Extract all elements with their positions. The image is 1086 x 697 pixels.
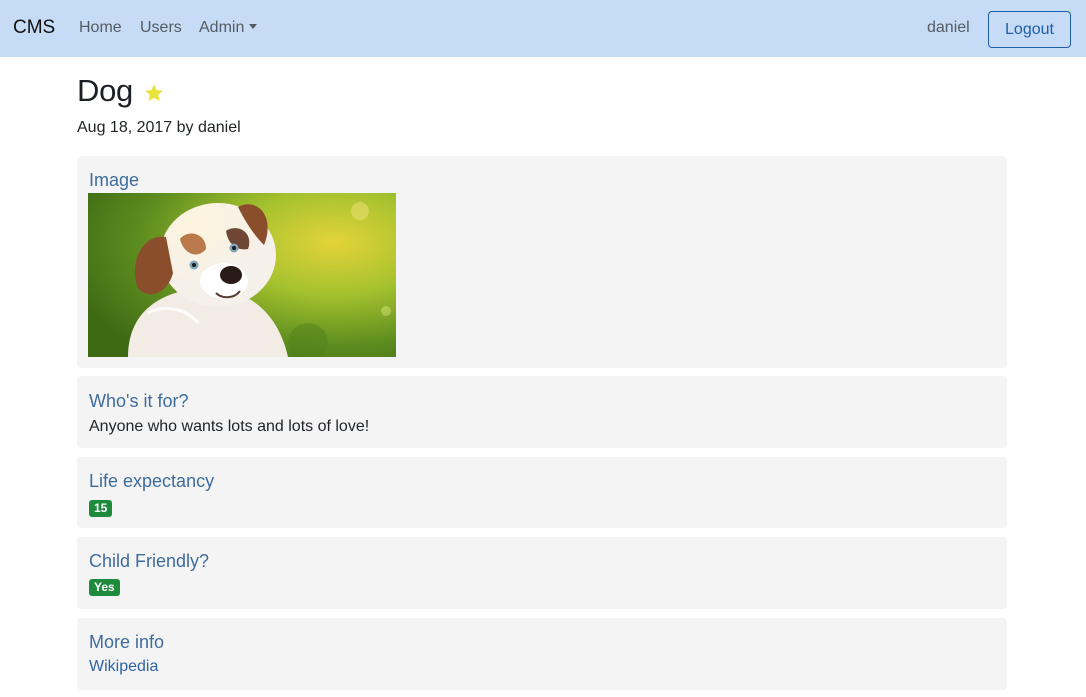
brand-link[interactable]: CMS [13,17,55,39]
nav-admin-dropdown[interactable]: Admin [199,19,258,37]
star-icon[interactable] [143,82,165,104]
caret-down-icon [249,24,258,29]
field-heading-life-expectancy: Life expectancy [89,471,215,491]
more-info-field-card: More info Wikipedia [77,618,1007,690]
nav-home-link[interactable]: Home [79,19,122,37]
life-expectancy-badge: 15 [89,500,113,517]
top-navbar: CMS Home Users Admin daniel Logout [0,0,1086,57]
dog-photo [88,193,396,357]
post-meta: Aug 18, 2017 by daniel [77,119,241,136]
page-title: Dog [77,73,133,108]
current-user-name: daniel [927,19,970,36]
logout-button[interactable]: Logout [988,11,1071,48]
field-heading-child-friendly: Child Friendly? [89,551,210,571]
child-friendly-field-card: Child Friendly? Yes [77,537,1007,609]
title-row: Dog [77,73,165,113]
audience-field-card: Who's it for? Anyone who wants lots and … [77,376,1007,448]
field-value-audience: Anyone who wants lots and lots of love! [89,418,370,435]
field-heading-more-info: More info [89,632,165,652]
field-heading-audience: Who's it for? [89,391,189,411]
nav-users-link[interactable]: Users [140,19,182,37]
nav-admin-label: Admin [199,19,245,36]
life-expectancy-field-card: Life expectancy 15 [77,457,1007,528]
child-friendly-badge: Yes [89,579,120,596]
wikipedia-link[interactable]: Wikipedia [89,658,158,676]
image-field-card: Image [77,156,1007,368]
field-heading-image: Image [89,170,140,190]
